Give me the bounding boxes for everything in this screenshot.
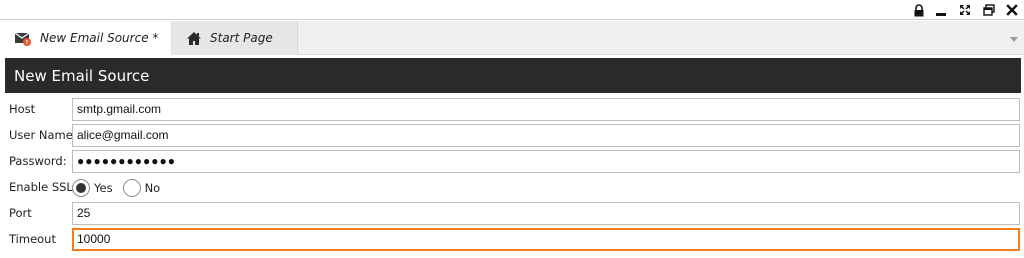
email-source-form: Host smtp.gmail.com User Name: alice@gma…: [5, 96, 1021, 252]
tab-strip: New Email Source * Start Page: [0, 21, 1024, 55]
restore-icon[interactable]: [981, 2, 997, 18]
timeout-label: Timeout: [9, 232, 56, 246]
ssl-row: Enable SSL Yes No: [5, 174, 1021, 200]
tab-label: New Email Source *: [40, 31, 159, 45]
tab-new-email-source[interactable]: New Email Source *: [0, 21, 172, 55]
host-row: Host smtp.gmail.com: [5, 96, 1021, 122]
ssl-radio-group: Yes No: [72, 177, 170, 198]
ssl-label: Enable SSL: [9, 180, 73, 194]
tab-start-page[interactable]: Start Page: [172, 21, 298, 55]
ssl-yes-label: Yes: [94, 180, 113, 195]
port-row: Port 25: [5, 200, 1021, 226]
radio-selected-dot: [76, 182, 86, 193]
password-input[interactable]: ●●●●●●●●●●●●: [72, 150, 1020, 173]
title-bar: [0, 0, 1024, 20]
password-label: Password:: [9, 154, 67, 168]
expand-icon[interactable]: [957, 2, 973, 18]
username-input[interactable]: alice@gmail.com: [72, 124, 1020, 147]
host-label: Host: [9, 102, 36, 116]
ssl-no-radio[interactable]: [122, 178, 141, 197]
close-icon[interactable]: [1004, 2, 1020, 18]
ssl-yes-radio[interactable]: [72, 178, 90, 197]
page-title: New Email Source: [5, 58, 1021, 93]
tab-dropdown-chevron-icon[interactable]: [1008, 33, 1020, 45]
home-icon: [186, 31, 202, 46]
timeout-row: Timeout 10000: [5, 226, 1021, 252]
email-source-icon: [14, 30, 32, 46]
username-label: User Name:: [9, 128, 77, 142]
minimize-icon[interactable]: [933, 2, 949, 18]
host-input[interactable]: smtp.gmail.com: [72, 98, 1020, 121]
lock-icon[interactable]: [911, 2, 927, 18]
password-row: Password: ●●●●●●●●●●●●: [5, 148, 1021, 174]
port-label: Port: [9, 206, 32, 220]
tab-label: Start Page: [210, 31, 273, 45]
username-row: User Name: alice@gmail.com: [5, 122, 1021, 148]
ssl-no-label: No: [144, 180, 161, 195]
page-title-text: New Email Source: [14, 66, 150, 85]
port-input[interactable]: 25: [72, 202, 1020, 225]
timeout-input[interactable]: 10000: [72, 228, 1020, 251]
